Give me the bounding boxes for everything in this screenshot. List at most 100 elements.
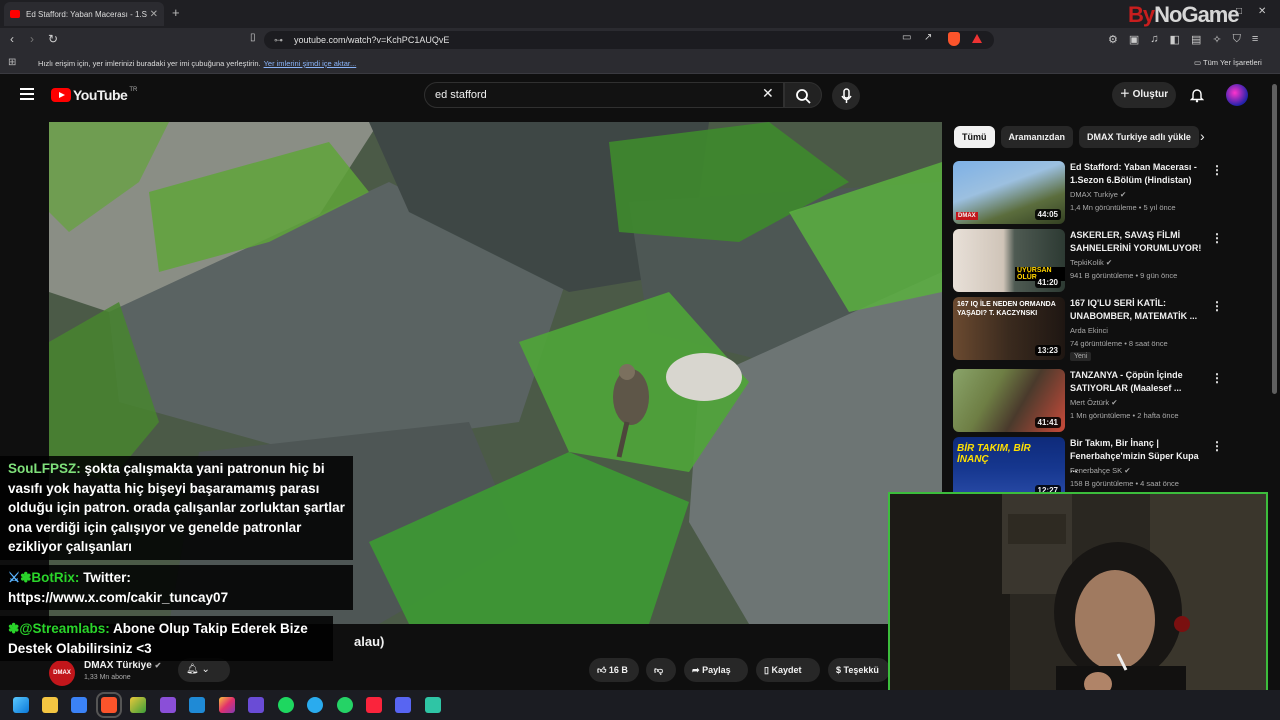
extensions-area: ⚙ ▣ ♫ ◧ ▤ ✧ ⛉ ≡	[1108, 33, 1258, 46]
notification-settings-button[interactable]: 🔔︎ ⌄	[178, 658, 230, 682]
chat-username: @Streamlabs:	[19, 621, 110, 636]
clear-search-icon[interactable]: ✕	[762, 85, 774, 102]
more-options-icon[interactable]: ⋮	[1211, 371, 1223, 385]
search-input[interactable]: ed stafford	[424, 82, 784, 108]
discord-icon[interactable]	[395, 697, 411, 713]
more-options-icon[interactable]: ⋮	[1211, 163, 1223, 177]
all-bookmarks-button[interactable]: ▭ Tüm Yer İşaretleri	[1194, 58, 1262, 67]
site-info-icon[interactable]: ⊶	[274, 31, 283, 49]
recommendation-title[interactable]: TANZANYA - Çöpün İçinde SATIYORLAR (Maal…	[1070, 369, 1206, 395]
spotify-icon[interactable]	[278, 697, 294, 713]
recommendation-item[interactable]: 167 IQ İLE NEDEN ORMANDA YAŞADI? T. KACZ…	[953, 297, 1253, 361]
maximize-icon[interactable]: □	[1236, 6, 1242, 17]
telegram-icon[interactable]	[307, 697, 323, 713]
screenshot-icon[interactable]: ▣	[1129, 33, 1139, 46]
music-icon[interactable]	[366, 697, 382, 713]
wallet-icon[interactable]: ▤	[1191, 33, 1201, 46]
page-scrollbar[interactable]	[1270, 74, 1280, 690]
recommendation-channel[interactable]: TepkiKolik ✔	[1070, 258, 1112, 267]
like-button[interactable]: 👍︎ 16 B	[589, 658, 639, 682]
video-thumbnail[interactable]: BİR TAKIM, BİR İNANÇ 12:27	[953, 437, 1065, 500]
pen-tool-icon[interactable]	[248, 697, 264, 713]
thanks-button[interactable]: $ Teşekkü	[828, 658, 890, 682]
back-icon[interactable]: ‹	[10, 32, 14, 46]
more-options-icon[interactable]: ⋮	[1211, 231, 1223, 245]
hamburger-menu-icon[interactable]	[20, 88, 34, 100]
notifications-bell-icon[interactable]	[1190, 87, 1204, 103]
file-explorer-icon[interactable]	[42, 697, 58, 713]
create-button[interactable]: ＋ Oluştur	[1112, 82, 1176, 108]
recommendation-channel[interactable]: Mert Öztürk ✔	[1070, 398, 1118, 407]
recommendation-title[interactable]: Ed Stafford: Yaban Macerası - 1.Sezon 6.…	[1070, 161, 1206, 187]
scrollbar-thumb[interactable]	[1272, 84, 1277, 394]
leo-icon[interactable]: ✧	[1212, 33, 1221, 46]
recommendation-title[interactable]: 167 IQ'LU SERİ KATİL: UNABOMBER, MATEMAT…	[1070, 297, 1206, 323]
recommendation-meta: 1 Mn görüntüleme • 2 hafta önce	[1070, 411, 1179, 420]
notepad-icon[interactable]	[130, 697, 146, 713]
channel-name[interactable]: DMAX Türkiye ✔	[84, 660, 161, 671]
webcam-frame	[890, 494, 1266, 712]
extensions-icon[interactable]: ⚙	[1108, 33, 1118, 46]
recommendation-channel[interactable]: Arda Ekinci	[1070, 326, 1108, 335]
share-button[interactable]: ➦ Paylaş	[684, 658, 748, 682]
more-options-icon[interactable]: ⋮	[1211, 439, 1223, 453]
dislike-button[interactable]: 👎︎	[646, 658, 676, 682]
picture-in-picture-icon[interactable]: ▭	[902, 32, 911, 43]
search-icon	[796, 89, 811, 104]
close-window-icon[interactable]: ✕	[1258, 6, 1266, 17]
share-page-icon[interactable]: ↗	[924, 32, 932, 43]
vpn-icon[interactable]: ⛉	[1233, 33, 1241, 46]
more-options-icon[interactable]: ⋮	[1211, 299, 1223, 313]
media-icon[interactable]: ♫	[1150, 33, 1158, 46]
visual-studio-icon[interactable]	[160, 697, 176, 713]
vscode-icon[interactable]	[189, 697, 205, 713]
brave-shield-icon[interactable]	[948, 32, 960, 46]
channel-avatar[interactable]: DMAX	[49, 660, 75, 686]
voice-search-button[interactable]	[832, 82, 860, 110]
verified-icon: ✔	[1120, 190, 1127, 199]
search-button[interactable]	[784, 82, 822, 108]
chat-message: SouLFPSZ: şokta çalışmakta yani patronun…	[0, 456, 353, 560]
bookmark-icon[interactable]: ▯	[250, 32, 256, 43]
sword-icon: ⚔	[8, 570, 21, 585]
account-avatar[interactable]	[1226, 84, 1248, 106]
chip-all[interactable]: Tümü	[954, 126, 995, 148]
chip-channel[interactable]: DMAX Turkiye adlı yükle	[1079, 126, 1199, 148]
reload-icon[interactable]: ↻	[48, 32, 58, 46]
youtube-logo[interactable]: YouTube TR	[51, 87, 137, 103]
recommendation-channel[interactable]: DMAX Turkiye ✔	[1070, 190, 1126, 199]
tab-close-icon[interactable]: ✕	[150, 9, 158, 20]
recommendation-item[interactable]: UYURSAN ÖLÜR 41:20 ASKERLER, SAVAŞ FİLMİ…	[953, 229, 1253, 293]
new-tab-button[interactable]: +	[172, 5, 180, 20]
instagram-icon[interactable]	[219, 697, 235, 713]
brave-browser-icon[interactable]	[96, 692, 122, 718]
menu-icon[interactable]: ≡	[1252, 33, 1258, 46]
forward-icon[interactable]: ›	[30, 32, 34, 46]
recommendation-title[interactable]: ASKERLER, SAVAŞ FİLMİ SAHNELERİNİ YORUML…	[1070, 229, 1206, 255]
video-thumbnail[interactable]: 41:41	[953, 369, 1065, 432]
video-thumbnail[interactable]: DMAX 44:05	[953, 161, 1065, 224]
sidebar-icon[interactable]: ◧	[1170, 33, 1180, 46]
video-thumbnail[interactable]: UYURSAN ÖLÜR 41:20	[953, 229, 1065, 292]
address-bar[interactable]: ⊶ youtube.com/watch?v=KchPC1AUQvE	[264, 31, 994, 49]
obs-app-icon[interactable]	[425, 697, 441, 713]
recommendation-channel[interactable]: Fenerbahçe SK ✔	[1070, 466, 1131, 475]
apps-grid-icon[interactable]: ⊞	[8, 57, 16, 68]
browser-toolbar: ‹ › ↻ ▯ ⊶ youtube.com/watch?v=KchPC1AUQv…	[0, 28, 1280, 52]
verified-icon: ✔	[154, 661, 162, 670]
chip-from-search[interactable]: Aramanızdan	[1000, 126, 1074, 148]
recommendation-item[interactable]: DMAX 44:05 Ed Stafford: Yaban Macerası -…	[953, 161, 1253, 225]
import-bookmarks-link[interactable]: Yer imlerini şimdi içe aktar...	[264, 59, 357, 68]
start-icon[interactable]	[13, 697, 29, 713]
video-thumbnail[interactable]: 167 IQ İLE NEDEN ORMANDA YAŞADI? T. KACZ…	[953, 297, 1065, 360]
bookmarks-hint: Hızlı erişim için, yer imlerinizi burada…	[38, 59, 357, 68]
browser-tab[interactable]: Ed Stafford: Yaban Macerası - 1.S ✕	[4, 2, 164, 26]
recommendation-item[interactable]: 41:41 TANZANYA - Çöpün İçinde SATIYORLAR…	[953, 369, 1253, 433]
save-button[interactable]: ▯ Kaydet	[756, 658, 820, 682]
chat-message: ⚔✽BotRix: Twitter: https://www.x.com/cak…	[0, 565, 353, 610]
mail-icon[interactable]	[71, 697, 87, 713]
whatsapp-icon[interactable]	[337, 697, 353, 713]
brave-rewards-icon[interactable]	[972, 34, 982, 43]
chevron-right-icon[interactable]: ›	[1200, 128, 1205, 144]
minimize-icon[interactable]: —	[1210, 6, 1220, 17]
